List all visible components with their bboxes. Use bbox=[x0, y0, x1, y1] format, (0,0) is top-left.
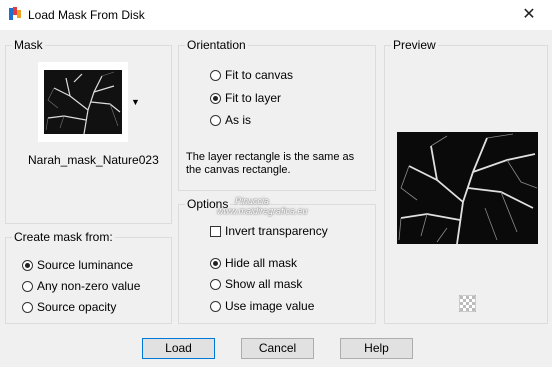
info-line-1: The layer rectangle is the same as bbox=[186, 151, 355, 163]
checkbox-invert-transparency[interactable]: Invert transparency bbox=[210, 224, 328, 238]
radio-indicator[interactable] bbox=[210, 69, 221, 81]
create-mask-legend: Create mask from: bbox=[14, 230, 113, 244]
radio-indicator[interactable] bbox=[22, 301, 33, 313]
radio-use-image-value[interactable]: Use image value bbox=[210, 299, 314, 313]
mask-dropdown-arrow-icon[interactable]: ▼ bbox=[131, 97, 140, 107]
radio-label: Any non-zero value bbox=[37, 279, 141, 293]
radio-label: Source opacity bbox=[37, 300, 117, 314]
radio-any-non-zero[interactable]: Any non-zero value bbox=[22, 279, 140, 293]
radio-indicator[interactable] bbox=[210, 92, 221, 104]
title-bar: Load Mask From Disk ✕ bbox=[0, 0, 552, 30]
radio-label: Use image value bbox=[225, 299, 315, 313]
radio-source-opacity[interactable]: Source opacity bbox=[22, 300, 116, 314]
radio-show-all-mask[interactable]: Show all mask bbox=[210, 277, 302, 291]
mask-name: Narah_mask_Nature023 bbox=[28, 153, 159, 167]
radio-hide-all-mask[interactable]: Hide all mask bbox=[210, 256, 297, 270]
radio-indicator[interactable] bbox=[22, 259, 33, 271]
radio-fit-to-canvas[interactable]: Fit to canvas bbox=[210, 68, 293, 82]
preview-image bbox=[397, 132, 538, 244]
radio-label: Show all mask bbox=[225, 277, 303, 291]
cancel-button[interactable]: Cancel bbox=[241, 338, 314, 359]
transparency-checker-icon[interactable] bbox=[459, 295, 476, 312]
radio-indicator[interactable] bbox=[22, 280, 33, 292]
radio-label: Hide all mask bbox=[225, 256, 298, 270]
radio-indicator[interactable] bbox=[210, 114, 221, 126]
radio-indicator[interactable] bbox=[210, 257, 221, 269]
radio-label: As is bbox=[225, 113, 252, 127]
orientation-info: The layer rectangle is the same as the c… bbox=[186, 151, 354, 177]
radio-indicator[interactable] bbox=[210, 300, 221, 312]
radio-as-is[interactable]: As is bbox=[210, 113, 251, 127]
radio-fit-to-layer[interactable]: Fit to layer bbox=[210, 91, 281, 105]
mask-thumbnail-dropdown[interactable] bbox=[38, 62, 128, 142]
help-button[interactable]: Help bbox=[340, 338, 413, 359]
mask-legend: Mask bbox=[14, 38, 43, 52]
load-button[interactable]: Load bbox=[142, 338, 215, 359]
watermark-line-1: Pinuccia bbox=[235, 196, 270, 206]
info-line-2: the canvas rectangle. bbox=[186, 164, 291, 176]
radio-indicator[interactable] bbox=[210, 278, 221, 290]
watermark-line-2: www.maidiregrafica.eu bbox=[217, 206, 308, 216]
window-title: Load Mask From Disk bbox=[28, 8, 145, 22]
mask-thumbnail bbox=[44, 70, 122, 134]
preview-legend: Preview bbox=[393, 38, 436, 52]
radio-label: Fit to layer bbox=[225, 91, 282, 105]
orientation-legend: Orientation bbox=[187, 38, 246, 52]
radio-label: Fit to canvas bbox=[225, 68, 294, 82]
radio-source-luminance[interactable]: Source luminance bbox=[22, 258, 133, 272]
app-icon bbox=[9, 7, 21, 20]
radio-label: Source luminance bbox=[37, 258, 134, 272]
close-icon[interactable]: ✕ bbox=[518, 4, 540, 26]
checkbox-indicator[interactable] bbox=[210, 225, 221, 237]
checkbox-label: Invert transparency bbox=[225, 224, 328, 238]
watermark: Pinuccia www.maidiregrafica.eu bbox=[217, 196, 308, 216]
